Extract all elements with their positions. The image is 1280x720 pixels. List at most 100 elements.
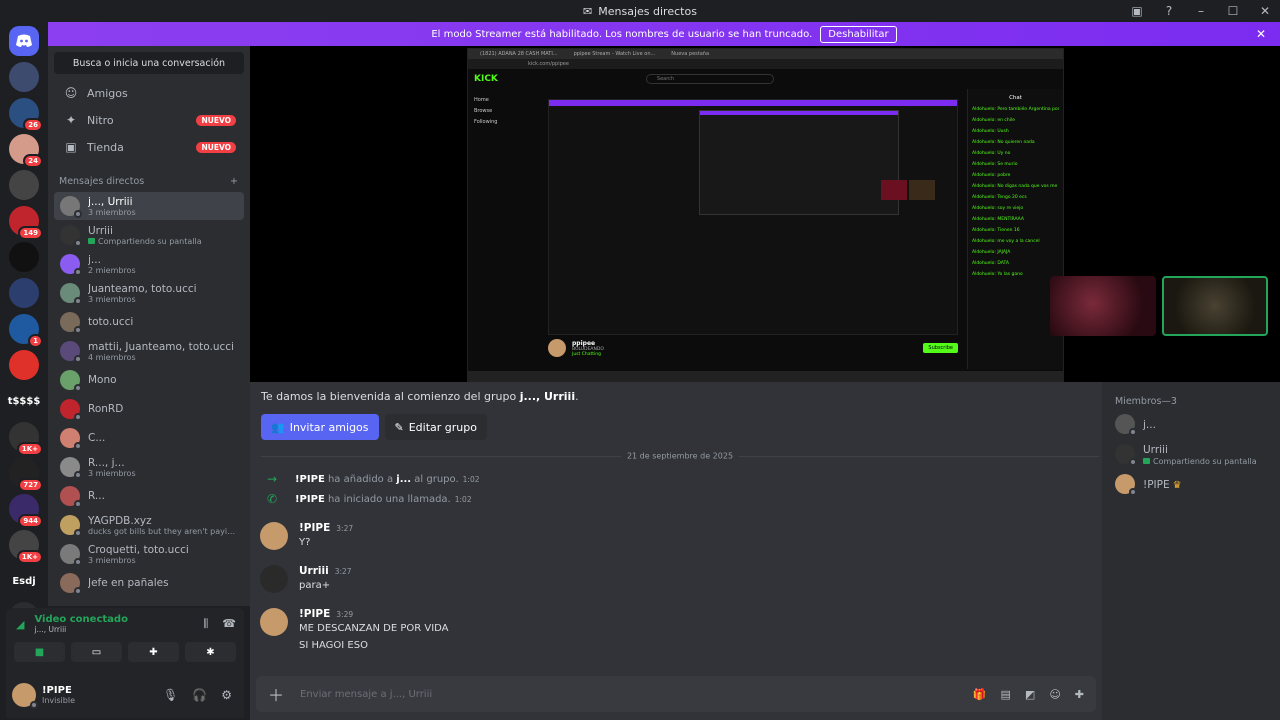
message-author[interactable]: !PIPE	[299, 522, 330, 534]
avatar[interactable]	[12, 683, 38, 709]
dm-subtitle: 3 miembros	[88, 207, 136, 217]
nav-tienda[interactable]: ▣ Tienda NUEVO	[54, 134, 244, 160]
server-icon[interactable]	[9, 278, 39, 308]
dm-item[interactable]: Croquetti, toto.ucci 3 miembros	[54, 540, 244, 568]
server-icon[interactable]	[9, 350, 39, 380]
member-item[interactable]: j...	[1115, 411, 1280, 437]
mention-badge: 1	[28, 334, 43, 348]
kick-search: Search	[645, 74, 774, 84]
dm-item[interactable]: Juanteamo, toto.ucci 3 miembros	[54, 279, 244, 307]
server-icon[interactable]: 149	[9, 206, 43, 240]
server-icon[interactable]	[9, 62, 39, 92]
inbox-icon[interactable]: ▣	[1130, 4, 1144, 18]
headphones-icon[interactable]: 🎧	[192, 688, 207, 702]
dm-item[interactable]: toto.ucci	[54, 308, 244, 336]
emoji-icon[interactable]: ☺	[1049, 688, 1060, 701]
dm-item[interactable]: j... 2 miembros	[54, 250, 244, 278]
gift-icon[interactable]: 🎁	[973, 688, 987, 701]
disconnect-icon[interactable]: ☎	[222, 617, 236, 631]
conversation-search[interactable]: Busca o inicia una conversación	[54, 52, 244, 74]
avatar	[60, 254, 82, 276]
discord-home-icon[interactable]	[9, 26, 39, 56]
gif-icon[interactable]: ▤	[1001, 688, 1011, 701]
dm-item[interactable]: Jefe en pañales	[54, 569, 244, 597]
camera-button[interactable]: ■	[14, 642, 65, 662]
attach-icon[interactable]: ＋	[268, 682, 284, 706]
mention-badge: 1K+	[16, 442, 43, 456]
microphone-icon[interactable]: 🎙	[163, 688, 178, 702]
settings-icon[interactable]: ⚙	[221, 688, 232, 702]
screen-share-stream[interactable]: (1821) ADANA 28 CASH MATI... ppipee Strea…	[250, 46, 1280, 382]
soundboard-button[interactable]: ✱	[185, 642, 236, 662]
dm-name: RonRD	[88, 403, 124, 415]
streamer-mode-banner: El modo Streamer está habilitado. Los no…	[48, 22, 1280, 46]
dm-item[interactable]: YAGPDB.xyz ducks got bills but they aren'…	[54, 511, 244, 539]
dm-item[interactable]: R..., j... 3 miembros	[54, 453, 244, 481]
dm-item[interactable]: C...	[54, 424, 244, 452]
dm-subtitle: Compartiendo su pantalla	[88, 237, 202, 246]
dm-icon: ✉	[583, 4, 593, 18]
dm-sidebar: Busca o inicia una conversación ☺ Amigos ✦…	[48, 46, 250, 606]
server-icon[interactable]: 944	[9, 494, 43, 528]
dm-item[interactable]: R...	[54, 482, 244, 510]
apps-icon[interactable]: ✚	[1075, 688, 1084, 701]
server-icon[interactable]: 1K+	[9, 422, 43, 456]
nav-amigos[interactable]: ☺ Amigos	[54, 80, 244, 106]
dm-subtitle: ducks got bills but they aren't paying f…	[88, 526, 238, 536]
edit-group-button[interactable]: ✎ Editar grupo	[384, 414, 487, 440]
member-name: Urriii	[1143, 444, 1168, 456]
invite-friends-button[interactable]: 👥 Invitar amigos	[261, 414, 379, 440]
dm-name: C...	[88, 432, 106, 444]
participant-video[interactable]	[1162, 276, 1268, 336]
server-icon[interactable]: 1	[9, 314, 43, 348]
avatar[interactable]	[260, 608, 288, 636]
member-status: Compartiendo su pantalla	[1143, 457, 1257, 466]
maximize-button[interactable]: ☐	[1226, 4, 1240, 18]
activities-button[interactable]: ✚	[128, 642, 179, 662]
close-button[interactable]: ✕	[1258, 4, 1272, 18]
dm-item[interactable]: RonRD	[54, 395, 244, 423]
nav-nitro[interactable]: ✦ Nitro NUEVO	[54, 107, 244, 133]
message-author[interactable]: !PIPE	[299, 608, 330, 620]
server-icon[interactable]: Esdj	[12, 566, 35, 596]
add-dm-icon[interactable]: +	[230, 176, 238, 187]
voice-panel: ◢ Video conectado j..., Urriii ⫼ ☎ ■ ▭ ✚…	[6, 608, 244, 672]
message-input[interactable]: Enviar mensaje a j..., Urriii	[300, 689, 957, 700]
member-list: Miembros—3 j... Urriii Compartiendo su pan…	[1102, 382, 1280, 720]
dm-name: j...	[88, 253, 101, 266]
mention-badge: 26	[23, 118, 43, 132]
server-icon[interactable]: 26	[9, 98, 43, 132]
avatar	[60, 573, 82, 595]
screen-share-button[interactable]: ▭	[71, 642, 122, 662]
close-icon[interactable]: ✕	[1256, 27, 1266, 41]
chat-message: !PIPE 3:29 ME DESCANZAN DE POR VIDA SI HAGO…	[260, 608, 449, 654]
dm-item[interactable]: Mono	[54, 366, 244, 394]
avatar[interactable]	[260, 522, 288, 550]
server-icon[interactable]: 1K+	[9, 530, 43, 564]
mention-badge: 727	[18, 478, 43, 492]
member-item[interactable]: Urriii Compartiendo su pantalla	[1115, 441, 1280, 467]
user-status: Invisible	[42, 696, 75, 705]
voice-status[interactable]: Video conectado	[34, 614, 127, 625]
sticker-icon[interactable]: ◩	[1025, 688, 1035, 701]
soundboard-icon[interactable]: ⫼	[203, 617, 208, 631]
owner-crown-icon: ♛	[1172, 479, 1182, 491]
disable-streamer-button[interactable]: Deshabilitar	[820, 25, 897, 43]
avatar	[60, 341, 82, 363]
dm-item[interactable]: mattii, Juanteamo, toto.ucci 4 miembros	[54, 337, 244, 365]
amigos-icon: ☺	[64, 86, 78, 100]
server-icon[interactable]	[9, 242, 39, 272]
help-icon[interactable]: ?	[1162, 4, 1176, 18]
member-item[interactable]: !PIPE ♛	[1115, 471, 1280, 497]
minimize-button[interactable]: –	[1194, 4, 1208, 18]
server-icon[interactable]: 24	[9, 134, 43, 168]
server-icon[interactable]: t$$$$	[8, 386, 41, 416]
dm-item[interactable]: j..., Urriii 3 miembros	[54, 192, 244, 220]
dm-item[interactable]: Urriii Compartiendo su pantalla	[54, 221, 244, 249]
server-icon[interactable]	[9, 170, 39, 200]
server-icon[interactable]: 727	[9, 458, 43, 492]
participant-video[interactable]	[1050, 276, 1156, 336]
avatar[interactable]	[260, 565, 288, 593]
voice-channel: j..., Urriii	[34, 625, 67, 634]
message-author[interactable]: Urriii	[299, 565, 329, 577]
